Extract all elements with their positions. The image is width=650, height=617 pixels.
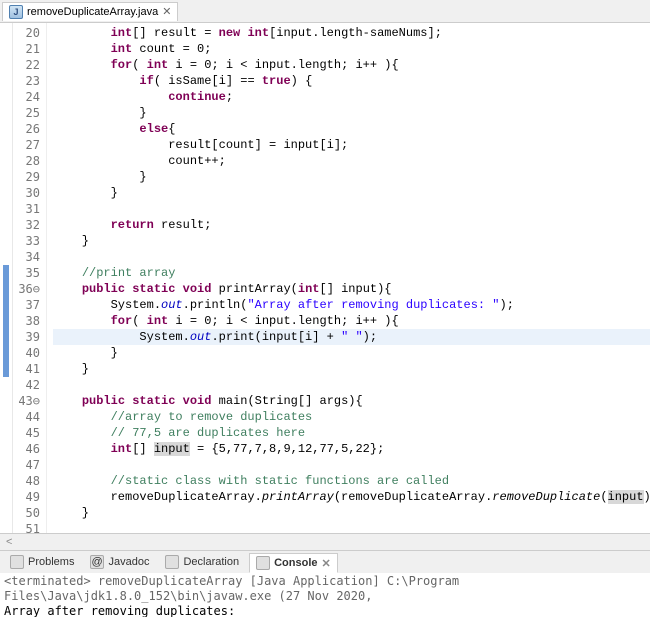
code-line[interactable]: } bbox=[53, 505, 650, 521]
code-line[interactable]: } bbox=[53, 185, 650, 201]
code-line[interactable]: //print array bbox=[53, 265, 650, 281]
code-line[interactable]: public static void main(String[] args){ bbox=[53, 393, 650, 409]
change-marker bbox=[3, 265, 9, 377]
code-line[interactable]: // 77,5 are duplicates here bbox=[53, 425, 650, 441]
code-line[interactable]: System.out.print(input[i] + " "); bbox=[53, 329, 650, 345]
view-tab-label: Javadoc bbox=[108, 556, 149, 568]
code-line[interactable] bbox=[53, 201, 650, 217]
code-line[interactable]: int count = 0; bbox=[53, 41, 650, 57]
code-line[interactable]: removeDuplicateArray.printArray(removeDu… bbox=[53, 489, 650, 505]
view-tab-problems[interactable]: Problems bbox=[4, 553, 80, 571]
code-line[interactable]: public static void printArray(int[] inpu… bbox=[53, 281, 650, 297]
code-line[interactable] bbox=[53, 521, 650, 533]
line-number-gutter: 20 21 22 23 24 25 26 27 28 29 30 31 32 3… bbox=[13, 23, 47, 533]
view-tab-console[interactable]: Console ✕ bbox=[249, 553, 338, 573]
code-line[interactable] bbox=[53, 377, 650, 393]
editor-tabbar: J removeDuplicateArray.java ✕ bbox=[0, 0, 650, 23]
code-area[interactable]: int[] result = new int[input.length-same… bbox=[47, 23, 650, 533]
code-line[interactable]: } bbox=[53, 361, 650, 377]
scroll-left-icon[interactable]: < bbox=[6, 536, 12, 548]
code-line[interactable]: } bbox=[53, 105, 650, 121]
code-line[interactable]: } bbox=[53, 233, 650, 249]
code-line[interactable]: //array to remove duplicates bbox=[53, 409, 650, 425]
code-line[interactable]: for( int i = 0; i < input.length; i++ ){ bbox=[53, 57, 650, 73]
code-line[interactable]: if( isSame[i] == true) { bbox=[53, 73, 650, 89]
code-line[interactable] bbox=[53, 457, 650, 473]
views-tabbar: Problems @ Javadoc Declaration Console ✕ bbox=[0, 550, 650, 573]
close-icon[interactable]: ✕ bbox=[322, 557, 331, 570]
console-view[interactable]: <terminated> removeDuplicateArray [Java … bbox=[0, 573, 650, 617]
tab-filename: removeDuplicateArray.java bbox=[27, 6, 158, 18]
editor-tab[interactable]: J removeDuplicateArray.java ✕ bbox=[2, 2, 178, 21]
code-line[interactable]: count++; bbox=[53, 153, 650, 169]
code-line[interactable] bbox=[53, 249, 650, 265]
console-output-line: Array after removing duplicates: bbox=[4, 604, 646, 617]
problems-icon bbox=[10, 555, 24, 569]
annotation-gutter bbox=[0, 23, 13, 533]
close-icon[interactable]: ✕ bbox=[162, 5, 171, 18]
editor: 20 21 22 23 24 25 26 27 28 29 30 31 32 3… bbox=[0, 23, 650, 533]
javadoc-icon: @ bbox=[90, 555, 104, 569]
view-tab-label: Declaration bbox=[183, 556, 239, 568]
view-tab-javadoc[interactable]: @ Javadoc bbox=[84, 553, 155, 571]
code-line[interactable]: int[] result = new int[input.length-same… bbox=[53, 25, 650, 41]
code-line[interactable]: continue; bbox=[53, 89, 650, 105]
code-line[interactable]: } bbox=[53, 345, 650, 361]
code-line[interactable]: System.out.println("Array after removing… bbox=[53, 297, 650, 313]
view-tab-label: Problems bbox=[28, 556, 74, 568]
console-icon bbox=[256, 556, 270, 570]
code-line[interactable]: int[] input = {5,77,7,8,9,12,77,5,22}; bbox=[53, 441, 650, 457]
code-line[interactable]: for( int i = 0; i < input.length; i++ ){ bbox=[53, 313, 650, 329]
code-line[interactable]: result[count] = input[i]; bbox=[53, 137, 650, 153]
view-tab-label: Console bbox=[274, 557, 317, 569]
console-launch-info: <terminated> removeDuplicateArray [Java … bbox=[4, 574, 646, 604]
view-tab-declaration[interactable]: Declaration bbox=[159, 553, 245, 571]
code-line[interactable]: } bbox=[53, 169, 650, 185]
code-line[interactable]: return result; bbox=[53, 217, 650, 233]
java-file-icon: J bbox=[9, 5, 23, 19]
code-line[interactable]: else{ bbox=[53, 121, 650, 137]
code-line[interactable]: //static class with static functions are… bbox=[53, 473, 650, 489]
editor-hscroll[interactable]: < bbox=[0, 533, 650, 550]
declaration-icon bbox=[165, 555, 179, 569]
